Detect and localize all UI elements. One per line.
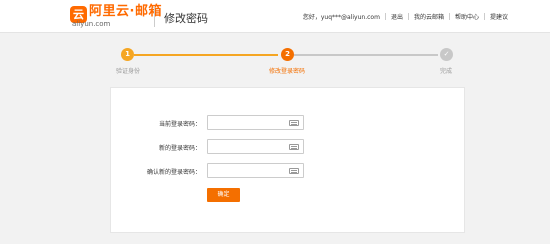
step-line-1 [134,54,278,56]
top-nav: 您好，yuq***@aliyun.com 退出 我的云邮箱 帮助中心 提建议 [303,12,508,21]
nav-divider [407,13,409,20]
logo-text[interactable]: 阿里云·邮箱 [89,4,162,19]
current-password-label: 当前登录密码： [158,121,201,128]
feedback-link[interactable]: 提建议 [490,12,508,21]
my-mailbox-link[interactable]: 我的云邮箱 [414,12,444,21]
new-password-label: 新的登录密码： [158,145,201,152]
help-center-link[interactable]: 帮助中心 [455,12,479,21]
step-2-label: 修改登录密码 [268,68,306,75]
keyboard-icon[interactable] [289,168,299,174]
keyboard-icon[interactable] [289,120,299,126]
user-greeting: 您好，yuq***@aliyun.com [302,14,380,21]
step-2-circle: 2 [281,48,294,61]
new-password-input[interactable] [207,139,304,154]
logo-divider [154,6,155,27]
confirm-password-label: 确认新的登录密码： [146,169,201,176]
confirm-password-input[interactable] [207,163,304,178]
progress-steps: 1 2 ✓ 验证身份 修改登录密码 完成 [0,40,550,76]
nav-divider [483,13,485,20]
logout-link[interactable]: 退出 [391,12,403,21]
step-3-label: 完成 [439,68,453,75]
password-form-panel: 当前登录密码： 新的登录密码： 确认新的登录密码： 确定 [110,87,465,233]
check-icon: ✓ [440,48,453,61]
keyboard-icon[interactable] [289,144,299,150]
current-password-input[interactable] [207,115,304,130]
nav-divider [448,13,450,20]
logo-subtitle: aliyun.com [72,20,111,28]
confirm-button[interactable]: 确定 [207,188,240,202]
step-1-label: 验证身份 [115,68,141,75]
top-header: 云 阿里云·邮箱 aliyun.com 修改密码 您好，yuq***@aliyu… [0,0,550,33]
step-line-2 [294,54,438,56]
nav-divider [384,13,386,20]
page-title: 修改密码 [164,12,208,25]
step-1-circle: 1 [121,48,134,61]
